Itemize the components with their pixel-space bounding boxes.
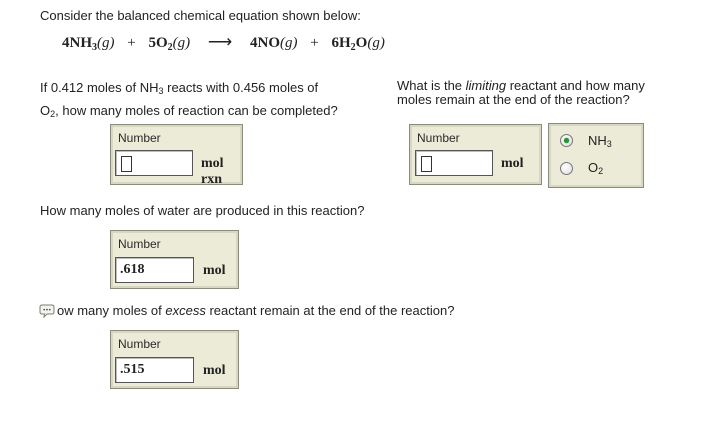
reaction-arrow: ⟶: [207, 32, 233, 51]
number-label: Number: [118, 237, 161, 251]
balanced-equation: 4NH3(g) + 5O2(g) ⟶ 4NO(g) + 6H2O(g): [62, 32, 385, 53]
unit-label: mol rxn: [201, 156, 224, 187]
radio-nh3[interactable]: [560, 134, 573, 147]
reactant-oxygen: 5O2(g): [148, 35, 191, 53]
question-1-answer-box: Number mol rxn: [110, 124, 243, 187]
unit-label: mol: [203, 263, 226, 278]
water-moles-input[interactable]: .618: [115, 257, 194, 283]
comment-bubble-icon[interactable]: [39, 304, 55, 319]
unit-label: mol: [203, 363, 226, 378]
question-4-answer-box: Number .515 mol: [110, 330, 239, 389]
product-water: 6H2O(g): [331, 35, 385, 53]
number-label: Number: [118, 131, 161, 145]
excess-moles-input[interactable]: .515: [115, 357, 194, 383]
plus-sign: +: [310, 35, 319, 51]
limiting-remaining-input[interactable]: [415, 150, 493, 176]
reaction-moles-input[interactable]: [115, 150, 193, 176]
question-3-answer-box: Number .618 mol: [110, 230, 239, 289]
option-o2-label: O2: [588, 160, 604, 176]
product-no: 4NO(g): [250, 35, 298, 51]
number-label: Number: [118, 337, 161, 351]
number-label: Number: [417, 131, 460, 145]
empty-input-indicator: [121, 156, 132, 172]
option-nh3-label: NH3: [588, 133, 612, 149]
question-4-text: ow many moles of excess reactant remain …: [57, 303, 455, 318]
question-2-text: What is the limiting reactant and how ma…: [397, 78, 645, 107]
unit-label: mol: [501, 156, 524, 171]
reactant-ammonia: 4NH3(g): [62, 35, 115, 53]
plus-sign: +: [127, 35, 136, 51]
question-3-text: How many moles of water are produced in …: [40, 203, 365, 218]
empty-input-indicator: [421, 156, 432, 172]
intro-text: Consider the balanced chemical equation …: [40, 8, 361, 23]
question-2-answer-box: Number mol: [409, 124, 542, 185]
question-1-text: If 0.412 moles of NH3 reacts with 0.456 …: [40, 80, 338, 119]
radio-o2[interactable]: [560, 162, 573, 175]
limiting-reactant-choices: NH3 O2: [548, 123, 644, 188]
